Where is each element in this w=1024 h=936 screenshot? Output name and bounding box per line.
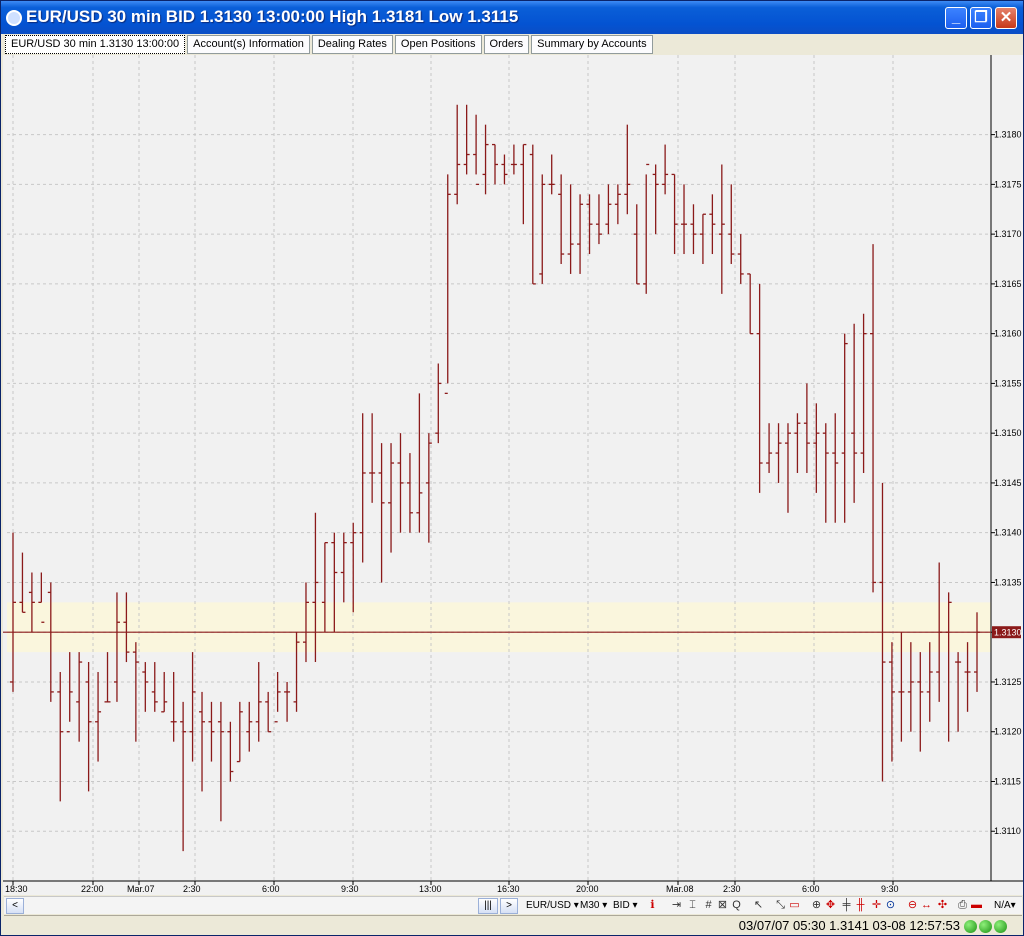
cross-icon[interactable]: ✛ [870,899,883,912]
add-line-icon[interactable]: ╪ [840,899,853,912]
x-tick-label: 18:30 [5,884,28,894]
tab-strip: EUR/USD 30 min 1.3130 13:00:00 Account(s… [5,35,653,55]
x-tick-label: 2:30 [183,884,201,894]
x-tick-label: 16:30 [497,884,520,894]
y-tick-label: 1.3175 [994,179,1022,189]
timeframe-value: M30 [580,900,600,911]
price-type-dropdown[interactable]: BID ▾ [613,899,637,913]
status-bar: 03/07/07 05:30 1.3141 03-08 12:57:53 [4,915,1022,935]
x-tick-label: 22:00 [81,884,104,894]
status-text: 03/07/07 05:30 1.3141 03-08 12:57:53 [738,918,960,933]
x-tick-label: 13:00 [419,884,442,894]
symbol-value: EUR/USD [526,900,572,911]
price-feed-status-icon [979,920,992,933]
fib-icon[interactable]: ╫ [854,899,867,912]
indicator-icon[interactable]: ℹ [646,899,659,912]
x-tick-label: 20:00 [576,884,599,894]
move-icon[interactable]: ✥ [824,899,837,912]
close-button[interactable]: ✕ [995,7,1017,29]
na-value: N/A [994,900,1011,911]
y-tick-label: 1.3165 [994,279,1022,289]
x-tick-label: 2:30 [723,884,741,894]
title-bar[interactable]: EUR/USD 30 min BID 1.3130 13:00:00 High … [1,1,1023,34]
cursor-icon[interactable]: ↖ [752,899,765,912]
scroll-thumb[interactable]: ||| [478,898,498,914]
price-type-value: BID [613,900,630,911]
x-tick-label: 9:30 [881,884,899,894]
tab-accounts-information[interactable]: Account(s) Information [187,35,310,54]
hatch-icon[interactable]: ⊠ [716,899,729,912]
minimize-button[interactable]: _ [945,7,967,29]
x-tick-label: Mar.07 [127,884,155,894]
y-tick-label: 1.3115 [994,776,1021,786]
y-tick-label: 1.3110 [994,826,1021,836]
price-band [7,602,991,653]
connection-status-icon [964,920,977,933]
scroll-left-button[interactable]: < [6,898,24,914]
arrows-icon[interactable]: ↔ [920,899,933,912]
ohlc-chart[interactable]: 1.3110 1.3115 1.3120 1.3125 1.3130 1.3135 1.31… [3,55,1023,895]
timeframe-dropdown[interactable]: M30 ▾ [580,899,607,913]
x-tick-label: 6:00 [262,884,280,894]
zoom-icon[interactable]: ⊙ [884,899,897,912]
grid-icon[interactable]: # [702,899,715,912]
tab-summary-by-accounts[interactable]: Summary by Accounts [531,35,653,54]
y-tick-label: 1.3140 [994,528,1022,538]
y-tick-label: 1.3170 [994,229,1022,239]
tab-dealing-rates[interactable]: Dealing Rates [311,35,393,54]
maximize-button[interactable]: ❐ [970,7,992,29]
select-icon[interactable]: ⤡ [774,899,787,912]
y-tick-label: 1.3120 [994,727,1022,737]
print-icon[interactable]: ⎙ [956,899,969,912]
y-tick-label: 1.3135 [994,577,1022,587]
y-tick-label: 1.3180 [994,130,1022,140]
current-price-label: 1.3130 [994,628,1022,638]
zoom-in-icon[interactable]: ⊕ [810,899,823,912]
y-tick-label: 1.3155 [994,378,1022,388]
window-title: EUR/USD 30 min BID 1.3130 13:00:00 High … [26,7,519,26]
expand-icon[interactable]: ✣ [936,899,949,912]
x-tick-label: 6:00 [802,884,820,894]
goto-end-icon[interactable]: ⇥ [670,899,683,912]
y-tick-label: 1.3125 [994,677,1022,687]
scroll-right-button[interactable]: > [500,898,518,914]
tab-orders[interactable]: Orders [483,35,530,54]
rect-icon[interactable]: ▭ [788,899,801,912]
na-dropdown[interactable]: N/A▾ [994,899,1016,913]
line-style-icon[interactable]: ▬ [970,899,983,912]
trading-status-icon [994,920,1007,933]
price-chart[interactable]: 1.3110 1.3115 1.3120 1.3125 1.3130 1.3135 1.31… [3,55,1023,895]
y-tick-label: 1.3160 [994,329,1022,339]
tab-open-positions[interactable]: Open Positions [394,35,482,54]
tab-chart[interactable]: EUR/USD 30 min 1.3130 13:00:00 [5,35,186,54]
app-icon [6,10,22,26]
chart-window: EUR/USD 30 min BID 1.3130 13:00:00 High … [0,0,1024,936]
y-tick-label: 1.3145 [994,478,1022,488]
symbol-dropdown[interactable]: EUR/USD ▾ [526,899,579,913]
q-icon[interactable]: Q [730,899,743,912]
x-tick-label: Mar.08 [666,884,694,894]
x-tick-label: 9:30 [341,884,359,894]
crosshair-icon[interactable]: ⌶ [686,899,699,912]
y-tick-label: 1.3150 [994,428,1022,438]
chart-toolbar: < ||| > EUR/USD ▾ M30 ▾ BID ▾ ℹ ⇥ ⌶ # ⊠ … [4,896,1022,914]
delete-icon[interactable]: ⊖ [906,899,919,912]
